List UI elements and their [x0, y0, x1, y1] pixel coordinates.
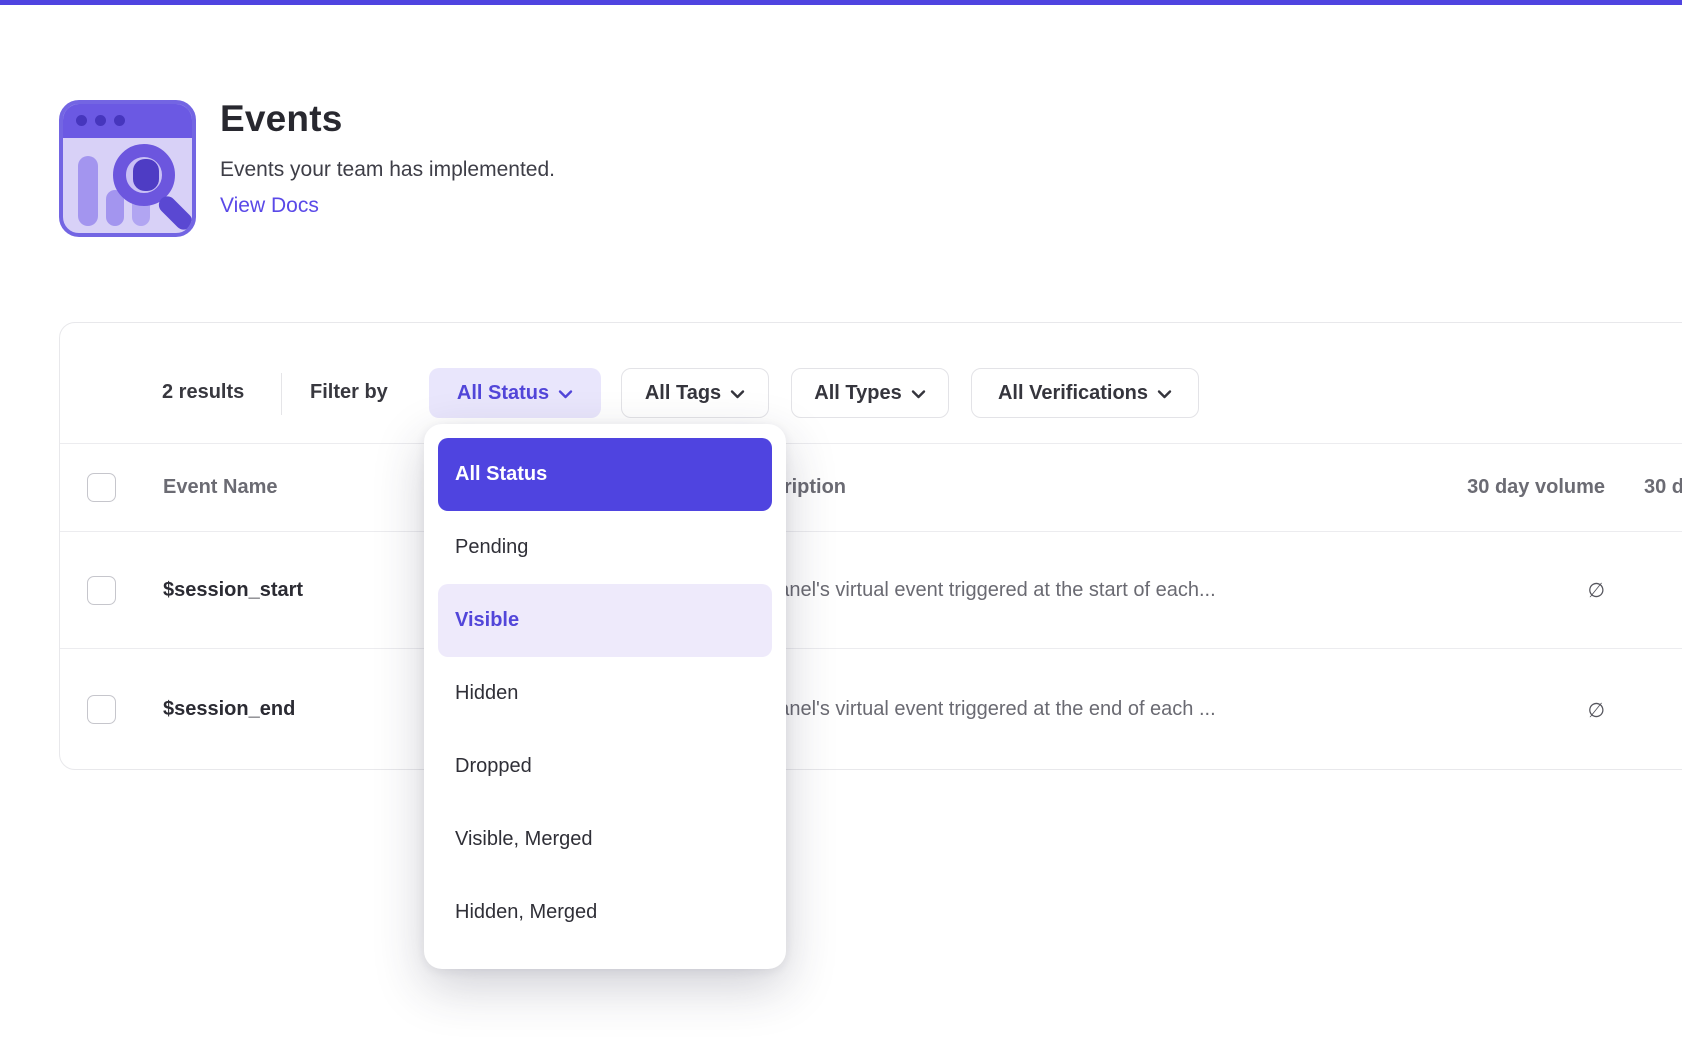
- table-row[interactable]: $session_start Mixpanel's virtual event …: [60, 532, 1682, 649]
- event-description: Mixpanel's virtual event triggered at th…: [736, 532, 1216, 648]
- results-count: 2 results: [162, 381, 244, 404]
- menu-item-all-status[interactable]: All Status: [438, 438, 772, 511]
- select-all-checkbox[interactable]: [87, 473, 116, 502]
- chevron-down-icon: [911, 389, 926, 399]
- column-header-30-day-volume[interactable]: 30 day volume: [1305, 444, 1605, 531]
- verifications-filter-label: All Verifications: [998, 382, 1148, 405]
- events-app-icon: [59, 100, 196, 237]
- tags-filter-label: All Tags: [645, 382, 721, 405]
- menu-item-dropped[interactable]: Dropped: [438, 730, 772, 803]
- filter-toolbar: 2 results Filter by All Status All Tags …: [60, 323, 1682, 443]
- event-description: Mixpanel's virtual event triggered at th…: [736, 649, 1216, 770]
- status-filter-label: All Status: [457, 382, 549, 405]
- row-checkbox[interactable]: [87, 695, 116, 724]
- menu-item-hidden-merged[interactable]: Hidden, Merged: [438, 876, 772, 949]
- menu-item-pending[interactable]: Pending: [438, 511, 772, 584]
- row-checkbox[interactable]: [87, 576, 116, 605]
- tags-filter-button[interactable]: All Tags: [621, 368, 769, 418]
- magnifier-lens-icon: [133, 159, 159, 191]
- filter-by-label: Filter by: [310, 381, 388, 404]
- menu-item-hidden[interactable]: Hidden: [438, 657, 772, 730]
- column-header-event-name[interactable]: Event Name: [163, 444, 278, 531]
- events-card: 2 results Filter by All Status All Tags …: [59, 322, 1682, 770]
- menu-item-visible-merged[interactable]: Visible, Merged: [438, 803, 772, 876]
- page-subtitle: Events your team has implemented.: [220, 158, 555, 182]
- event-volume: ∅: [1305, 532, 1605, 648]
- event-volume: ∅: [1305, 649, 1605, 770]
- chevron-down-icon: [558, 389, 573, 399]
- chart-bar-icon: [78, 156, 98, 226]
- table-row[interactable]: $session_end Mixpanel's virtual event tr…: [60, 649, 1682, 770]
- browser-titlebar-icon: [63, 104, 192, 138]
- types-filter-button[interactable]: All Types: [791, 368, 949, 418]
- top-accent-bar: [0, 0, 1682, 5]
- status-dropdown-menu: All Status Pending Visible Hidden Droppe…: [424, 424, 786, 969]
- table-header-row: Event Name Description 30 day volume 30 …: [60, 443, 1682, 532]
- event-name[interactable]: $session_start: [163, 532, 303, 648]
- magnifier-handle-icon: [155, 193, 195, 233]
- toolbar-divider: [281, 373, 282, 415]
- menu-item-visible[interactable]: Visible: [438, 584, 772, 657]
- page-title: Events: [220, 98, 343, 140]
- verifications-filter-button[interactable]: All Verifications: [971, 368, 1199, 418]
- chevron-down-icon: [1157, 389, 1172, 399]
- status-filter-button[interactable]: All Status: [429, 368, 601, 418]
- chevron-down-icon: [730, 389, 745, 399]
- event-name[interactable]: $session_end: [163, 649, 295, 770]
- column-header-30-day-truncated[interactable]: 30 d: [1644, 444, 1682, 531]
- view-docs-link[interactable]: View Docs: [220, 194, 319, 218]
- types-filter-label: All Types: [814, 382, 901, 405]
